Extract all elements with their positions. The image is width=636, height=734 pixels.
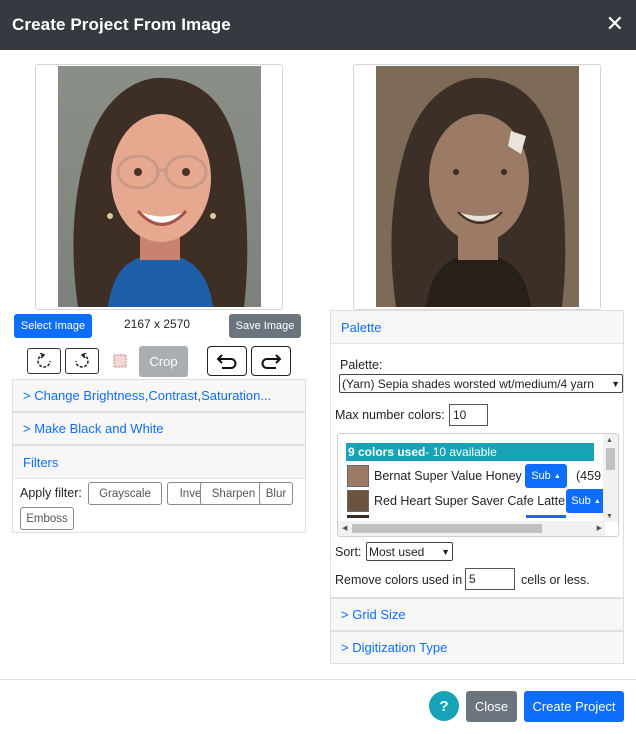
grid-size-toggle[interactable]: > Grid Size	[331, 599, 623, 630]
color-name: Bernat Super Value Honey	[374, 469, 522, 483]
scroll-left-icon[interactable]: ◀	[342, 524, 347, 532]
image-dimensions: 2167 x 2570	[124, 317, 191, 331]
save-image-button[interactable]: Save Image	[229, 314, 301, 338]
palette-panel: Palette Palette: (Yarn) Sepia shades wor…	[330, 310, 624, 598]
color-count: (459	[576, 469, 602, 483]
filter-emboss-button[interactable]: Emboss	[20, 507, 74, 530]
select-image-button[interactable]: Select Image	[14, 314, 92, 338]
sort-label: Sort:	[335, 545, 362, 559]
black-white-panel: > Make Black and White	[12, 412, 306, 445]
help-button[interactable]: ?	[429, 691, 459, 721]
rotate-right-button[interactable]	[65, 348, 99, 374]
filter-blur-button[interactable]: Blur	[259, 482, 293, 505]
palette-label: Palette:	[340, 358, 383, 372]
undo-button[interactable]	[207, 346, 247, 376]
filters-panel: Filters Apply filter: Grayscale Invert S…	[12, 445, 306, 533]
close-button[interactable]: Close	[466, 691, 517, 722]
scroll-down-icon[interactable]: ▼	[606, 513, 613, 520]
scroll-up-icon[interactable]: ▲	[606, 437, 613, 444]
substitute-label: Sub	[531, 470, 551, 482]
crop-button[interactable]: Crop	[139, 346, 188, 377]
palette-select-value: (Yarn) Sepia shades worsted wt/medium/4 …	[342, 376, 594, 391]
scrollbar-thumb[interactable]	[606, 448, 615, 470]
max-colors-input[interactable]: 10	[449, 404, 488, 426]
crop-select-button[interactable]	[103, 348, 137, 374]
black-white-toggle[interactable]: > Make Black and White	[13, 413, 305, 444]
brightness-toggle[interactable]: > Change Brightness,Contrast,Saturation.…	[13, 380, 305, 411]
original-image-frame	[35, 64, 283, 310]
chevron-down-icon: ▼	[611, 378, 620, 389]
substitute-button[interactable]: Sub ▲	[525, 464, 567, 488]
colors-list: 9 colors used - 10 available Bernat Supe…	[337, 433, 619, 537]
remove-colors-label: Remove colors used in	[335, 573, 463, 587]
substitute-button-partial	[526, 515, 566, 518]
color-swatch-partial	[347, 515, 369, 518]
palette-select[interactable]: (Yarn) Sepia shades worsted wt/medium/4 …	[339, 374, 623, 393]
dialog-title: Create Project From Image	[12, 15, 231, 34]
filter-grayscale-button[interactable]: Grayscale	[88, 482, 162, 505]
create-project-button[interactable]: Create Project	[524, 691, 624, 722]
substitute-label: Sub	[571, 495, 591, 507]
horizontal-scrollbar[interactable]: ◀ ▶	[338, 521, 605, 536]
undo-icon	[216, 354, 237, 369]
scroll-right-icon[interactable]: ▶	[597, 524, 602, 532]
preview-image-frame	[353, 64, 601, 310]
color-swatch	[347, 490, 369, 512]
rotate-left-icon	[37, 353, 51, 368]
sort-select-value: Most used	[369, 544, 425, 559]
max-colors-label: Max number colors:	[335, 408, 445, 422]
chevron-down-icon: ▼	[441, 546, 450, 557]
vertical-scrollbar[interactable]: ▲ ▼	[603, 434, 618, 522]
horizontal-scrollbar-thumb[interactable]	[352, 524, 542, 533]
filter-sharpen-button[interactable]: Sharpen	[200, 482, 267, 505]
color-swatch	[347, 465, 369, 487]
brightness-panel: > Change Brightness,Contrast,Saturation.…	[12, 379, 306, 412]
dialog-header: Create Project From Image ✕	[0, 0, 636, 50]
redo-icon	[261, 354, 282, 369]
caret-up-icon: ▲	[593, 497, 601, 505]
digitization-toggle[interactable]: > Digitization Type	[331, 632, 623, 663]
rotate-right-icon	[75, 353, 89, 368]
sort-select[interactable]: Most used ▼	[366, 542, 453, 561]
filters-toggle[interactable]: Filters	[13, 446, 305, 479]
remove-colors-suffix: cells or less.	[521, 573, 590, 587]
colors-used-count: 9 colors used	[348, 445, 426, 459]
crop-area-icon	[113, 354, 127, 368]
color-name: Red Heart Super Saver Cafe Latte	[374, 494, 566, 508]
colors-available: - 10 available	[425, 445, 497, 459]
remove-threshold-input[interactable]: 5	[465, 568, 515, 590]
apply-filter-label: Apply filter:	[20, 486, 82, 500]
colors-used-banner: 9 colors used - 10 available	[346, 443, 594, 461]
close-icon[interactable]: ✕	[606, 12, 624, 36]
substitute-button[interactable]: Sub ▲	[566, 489, 606, 513]
palette-toggle[interactable]: Palette	[331, 311, 623, 344]
digitization-panel: > Digitization Type	[330, 631, 624, 664]
rotate-left-button[interactable]	[27, 348, 61, 374]
caret-up-icon: ▲	[553, 472, 561, 480]
grid-size-panel: > Grid Size	[330, 598, 624, 631]
footer-divider	[0, 679, 636, 680]
preview-photo	[376, 66, 579, 307]
redo-button[interactable]	[251, 346, 291, 376]
original-photo	[58, 66, 261, 307]
